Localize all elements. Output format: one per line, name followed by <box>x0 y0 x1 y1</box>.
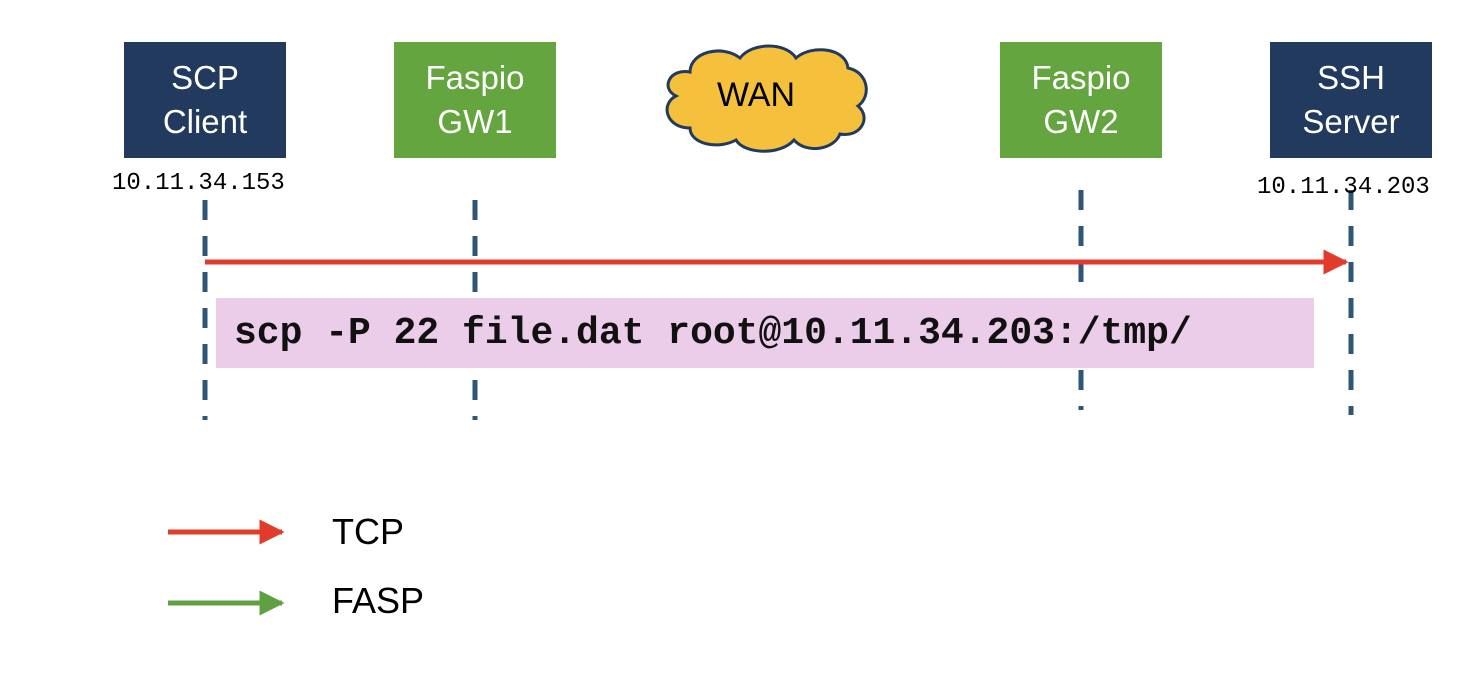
server-ip-label: 10.11.34.203 <box>1257 174 1430 201</box>
command-box: scp -P 22 file.dat root@10.11.34.203:/tm… <box>216 298 1314 368</box>
node-faspio-gw2: Faspio GW2 <box>1000 42 1162 158</box>
node-ssh-server: SSH Server <box>1270 42 1432 158</box>
wan-label: WAN <box>716 76 796 114</box>
legend-tcp-label: TCP <box>332 511 404 552</box>
client-ip-label: 10.11.34.153 <box>112 170 285 197</box>
command-text: scp -P 22 file.dat root@10.11.34.203:/tm… <box>234 311 1192 355</box>
node-scp-client: SCP Client <box>124 42 286 158</box>
node-faspio-gw1: Faspio GW1 <box>394 42 556 158</box>
legend-fasp-label: FASP <box>332 580 425 621</box>
